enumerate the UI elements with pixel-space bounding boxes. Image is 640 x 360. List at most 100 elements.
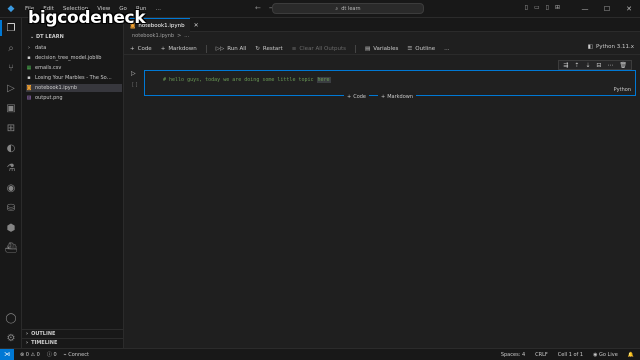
problems-indicator[interactable]: ⊗ 0 ⚠ 0 — [20, 352, 40, 358]
back-arrow-icon[interactable]: ← — [255, 4, 261, 12]
notifications-bell-icon[interactable]: 🔔 — [628, 352, 634, 358]
delete-cell-icon[interactable]: 🗑 — [619, 62, 627, 69]
remote-explorer-icon[interactable]: ▣ — [5, 102, 17, 114]
run-all-icon: ▷▷ — [215, 45, 225, 52]
toolbar-divider — [354, 44, 356, 53]
timeline-label: TIMELINE — [31, 339, 58, 346]
chevron-right-icon: › — [26, 339, 29, 346]
breadcrumb-more[interactable]: ... — [184, 33, 189, 39]
explorer-item-output-png[interactable]: ▨ output.png — [26, 94, 122, 102]
image-icon: ▨ — [26, 95, 32, 101]
run-all-label: Run All — [227, 45, 247, 52]
restart-button[interactable]: ↻ Restart — [255, 46, 282, 52]
add-code-cell-button[interactable]: + Code — [130, 46, 152, 52]
explorer-sidebar: ⌄ DT LEARN › data ▪ decision_tree_model.… — [22, 18, 124, 348]
file-icon: ▪ — [27, 75, 31, 81]
docker-icon[interactable]: ⛴ — [5, 242, 18, 254]
breadcrumb-file[interactable]: notebook1.ipynb — [132, 33, 174, 39]
explorer-item-label: notebook1.ipynb — [35, 85, 78, 91]
clear-icon: ≡ — [291, 45, 297, 52]
toggle-panel-icon[interactable]: ▭ — [534, 4, 540, 11]
menu-more[interactable]: … — [155, 6, 161, 12]
run-debug-icon[interactable]: ▷ — [5, 82, 17, 94]
notebook-toolbar: + Code + Markdown ▷▷ Run All ↻ Restart ≡… — [124, 43, 640, 55]
chevron-down-icon[interactable]: ⌄ — [30, 34, 34, 40]
connect-button[interactable]: ⌁ Connect — [64, 352, 89, 358]
restart-label: Restart — [262, 45, 283, 52]
add-markdown-cell-button[interactable]: + Markdown — [161, 46, 197, 52]
toggle-secondary-sidebar-icon[interactable]: ▯ — [546, 4, 549, 11]
explorer-item-notebook[interactable]: ◙ notebook1.ipynb — [26, 84, 122, 92]
code-highlight: here — [316, 77, 331, 83]
csv-icon: ▦ — [26, 65, 32, 71]
add-markdown-label: Markdown — [168, 45, 197, 52]
run-cell-button[interactable]: ▷ — [131, 70, 136, 77]
status-left: ⊗ 0 ⚠ 0 ⓘ 0 ⌁ Connect — [20, 351, 89, 359]
info-icon: ⓘ — [46, 352, 52, 358]
tab-bar: ◙ notebook1.ipynb ✕ — [124, 18, 640, 32]
insert-code-cell-button[interactable]: + Code — [344, 92, 370, 101]
cell-language[interactable]: Python — [614, 87, 631, 93]
explorer-item-label: decision_tree_model.joblib — [35, 55, 102, 61]
file-icon: ▪ — [27, 55, 31, 61]
execute-below-icon[interactable]: ⇣ — [585, 62, 590, 69]
testing-icon[interactable]: ⚗ — [5, 162, 17, 174]
close-icon[interactable]: ✕ — [194, 22, 199, 29]
extensions-icon[interactable]: ⊞ — [5, 122, 17, 134]
account-icon[interactable]: ◯ — [5, 312, 17, 324]
execute-above-icon[interactable]: ⇡ — [574, 62, 579, 69]
explorer-icon[interactable]: ❐ — [5, 22, 17, 34]
clear-all-outputs-button[interactable]: ≡ Clear All Outputs — [292, 46, 346, 52]
cell-position-indicator[interactable]: Cell 1 of 1 — [558, 352, 583, 358]
variables-label: Variables — [373, 45, 399, 52]
minimize-icon[interactable]: — — [574, 5, 596, 13]
close-window-icon[interactable]: ✕ — [618, 5, 640, 13]
jupyter-icon[interactable]: ◐ — [5, 142, 17, 154]
explorer-item-joblib[interactable]: ▪ decision_tree_model.joblib — [26, 54, 122, 62]
explorer-item-csv[interactable]: ▦ emails.csv — [26, 64, 122, 72]
explorer-title: ⌄ DT LEARN — [30, 34, 64, 40]
explorer-item-losing-marbles[interactable]: ▪ Losing Your Marbles - The So… — [26, 74, 122, 82]
add-code-label: Code — [137, 45, 152, 52]
kernel-picker[interactable]: ◧ Python 3.11.x — [588, 44, 634, 50]
timeline-section[interactable]: › TIMELINE — [22, 338, 124, 346]
outline-label: Outline — [415, 45, 436, 52]
breadcrumb: notebook1.ipynb > ... — [132, 33, 189, 39]
insert-code-label: Code — [353, 93, 367, 100]
window-controls: — ☐ ✕ — [574, 0, 640, 18]
cell-editor[interactable]: # hello guys, today we are doing some li… — [147, 72, 635, 94]
go-live-label: Go Live — [599, 352, 618, 358]
go-live-button[interactable]: ◉ Go Live — [593, 352, 618, 358]
eol-indicator[interactable]: CRLF — [535, 352, 548, 358]
indentation-indicator[interactable]: Spaces: 4 — [501, 352, 525, 358]
outline-label: OUTLINE — [31, 330, 56, 337]
explorer-item-label: output.png — [35, 95, 63, 101]
remote-indicator-icon[interactable]: ⋊ — [0, 348, 14, 360]
outline-section[interactable]: › OUTLINE — [22, 329, 124, 337]
code-comment: # hello guys, today we are doing some li… — [163, 77, 317, 83]
run-all-button[interactable]: ▷▷ Run All — [216, 46, 247, 52]
more-actions-button[interactable]: … — [444, 46, 450, 52]
database-icon[interactable]: ⛁ — [5, 202, 17, 214]
copilot-icon[interactable]: ⬢ — [5, 222, 17, 234]
toggle-sidebar-icon[interactable]: ▯ — [525, 4, 528, 11]
run-by-line-icon[interactable]: ⇶ — [563, 62, 568, 69]
chevron-right-icon: › — [28, 45, 30, 51]
command-center[interactable]: ⌕ dt learn — [272, 3, 424, 14]
broadcast-icon: ◉ — [593, 352, 598, 358]
info-indicator[interactable]: ⓘ 0 — [47, 351, 57, 358]
customize-layout-icon[interactable]: ⊞ — [555, 4, 560, 11]
split-cell-icon[interactable]: ⊟ — [596, 62, 601, 69]
insert-markdown-cell-button[interactable]: + Markdown — [378, 92, 417, 101]
variables-button[interactable]: ▤ Variables — [365, 46, 398, 52]
maximize-icon[interactable]: ☐ — [596, 5, 618, 13]
github-icon[interactable]: ◉ — [5, 182, 17, 194]
outline-button[interactable]: ☰ Outline — [407, 46, 435, 52]
settings-gear-icon[interactable]: ⚙ — [5, 332, 17, 344]
warning-icon: ⚠ — [30, 351, 36, 358]
search-icon[interactable]: ⌕ — [5, 42, 17, 54]
explorer-item-data[interactable]: › data — [26, 44, 122, 52]
chevron-right-icon: › — [26, 330, 29, 337]
source-control-icon[interactable]: ⑂ — [5, 62, 17, 74]
more-icon[interactable]: ⋯ — [607, 62, 613, 69]
